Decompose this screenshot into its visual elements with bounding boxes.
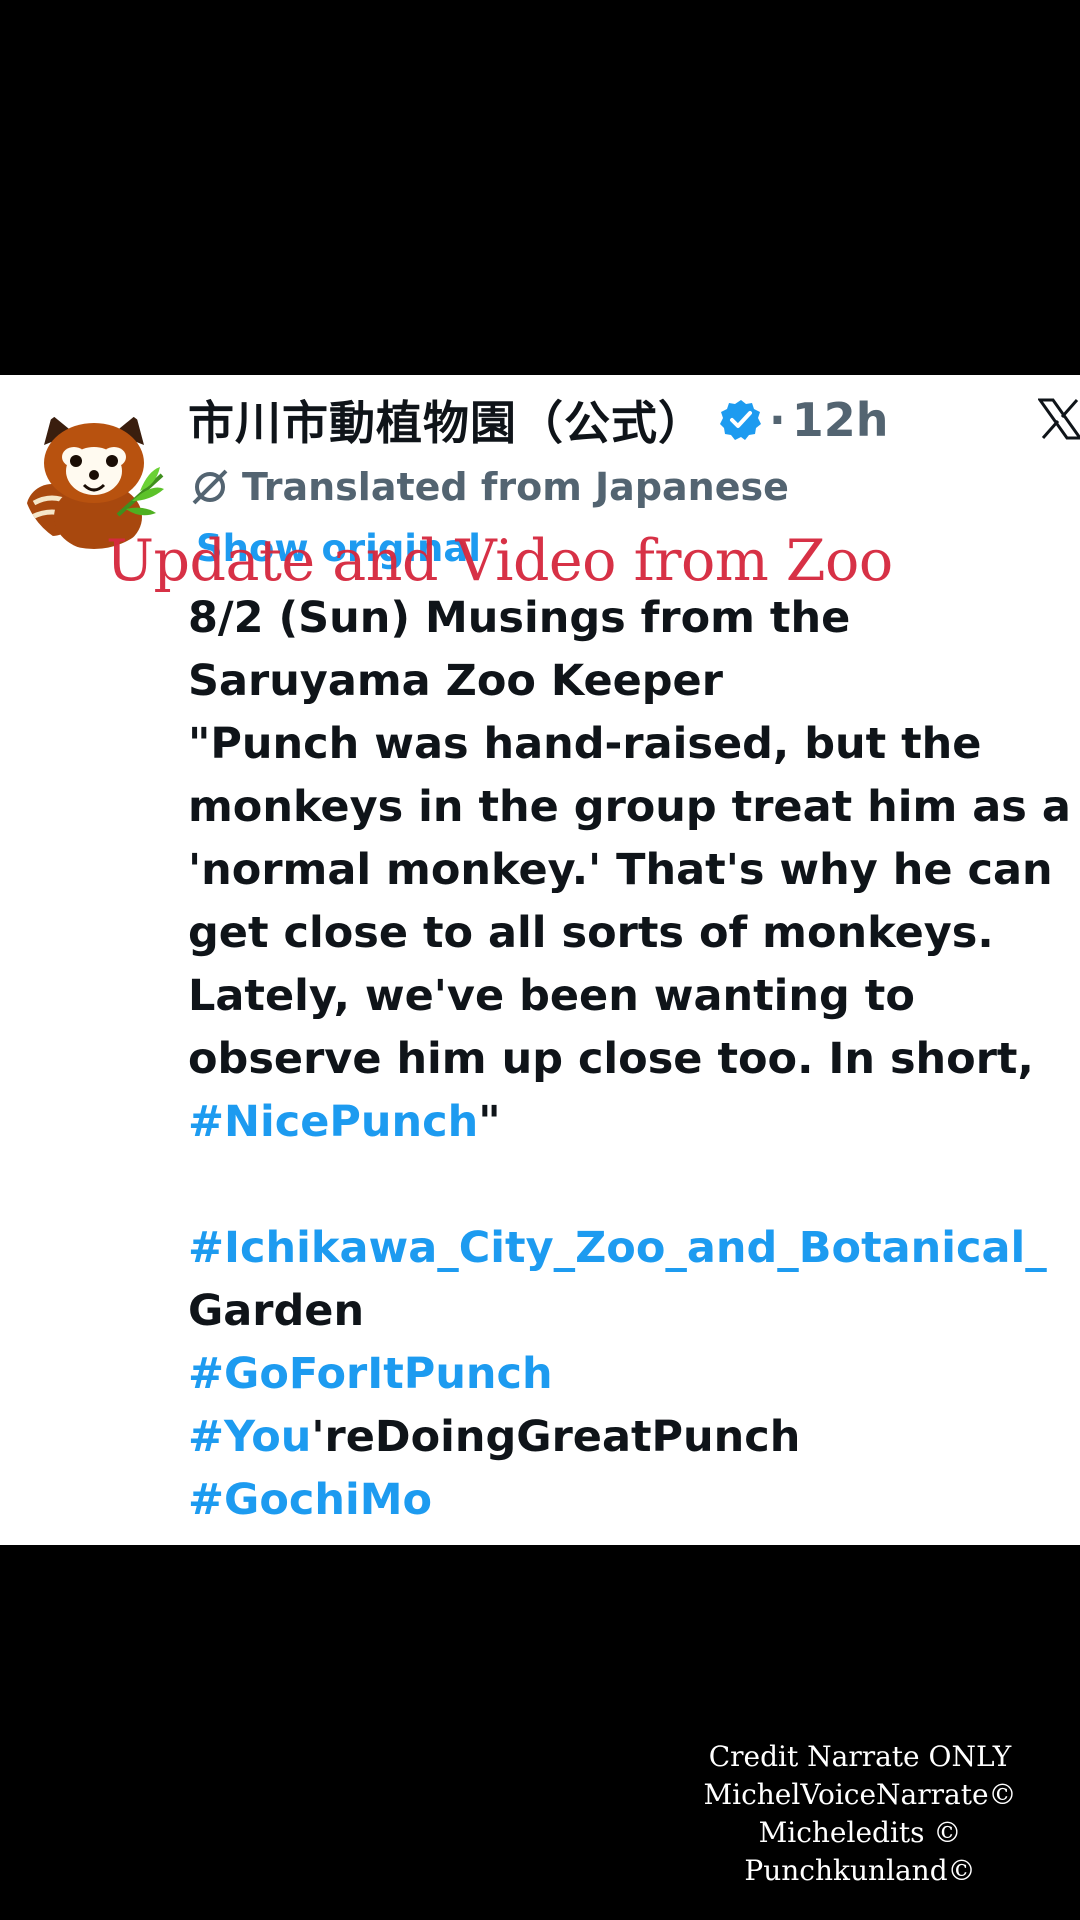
account-name[interactable]: 市川市動植物園（公式）: [188, 387, 705, 453]
tweet-line: #Ichikawa_City_Zoo_and_Botanical_: [188, 1217, 1068, 1280]
hashtag-link[interactable]: #GochiMo: [188, 1475, 432, 1525]
tweet-line: #GoForItPunch: [188, 1343, 1068, 1406]
credit-line: MichelVoiceNarrate©: [703, 1778, 1017, 1811]
x-logo-icon: [1038, 398, 1080, 440]
tweet-line: get close to all sorts of monkeys.: [188, 902, 1068, 965]
tweet-line: #GochiMo: [188, 1469, 1068, 1532]
tweet-line: 'normal monkey.' That's why he can: [188, 839, 1068, 902]
tweet-line: observe him up close too. In short,: [188, 1028, 1068, 1091]
hashtag-link[interactable]: #You: [188, 1412, 311, 1462]
tweet-line: Garden: [188, 1280, 1068, 1343]
tweet-text: 8/2 (Sun) Musings from the Saruyama Zoo K…: [188, 587, 1071, 1532]
tweet-line: Lately, we've been wanting to: [188, 965, 1068, 1028]
tweet-header: 市川市動植物園（公式） · 12h: [188, 389, 888, 451]
tweet-text-segment: ": [478, 1097, 501, 1147]
translation-notice: Translated from Japanese: [190, 465, 789, 509]
translate-icon: [192, 469, 228, 505]
tweet-line: monkeys in the group treat him as a: [188, 776, 1071, 839]
hashtag-link[interactable]: #NicePunch: [188, 1097, 478, 1147]
tweet-text-segment: 8/2 (Sun) Musings from the: [188, 593, 851, 643]
hashtag-link[interactable]: #GoForItPunch: [188, 1349, 553, 1399]
credit-line: Punchkunland©: [744, 1854, 976, 1887]
credits-watermark: Credit Narrate ONLY MichelVoiceNarrate© …: [690, 1738, 1030, 1890]
translation-notice-text: Translated from Japanese: [242, 465, 789, 509]
tweet-line: "Punch was hand-raised, but the: [188, 713, 1068, 776]
video-letterbox-top: [0, 0, 1080, 375]
tweet-text-segment: observe him up close too. In short,: [188, 1034, 1034, 1084]
video-overlay-title: Update and Video from Zoo: [106, 528, 893, 594]
header-separator: ·: [769, 394, 786, 446]
tweet-text-segment: Saruyama Zoo Keeper: [188, 656, 723, 706]
tweet-line: 8/2 (Sun) Musings from the: [188, 587, 1068, 650]
tweet-line: Saruyama Zoo Keeper: [188, 650, 1068, 713]
tweet-text-segment: "Punch was hand-raised, but the: [188, 719, 982, 769]
tweet-card: 市川市動植物園（公式） · 12h Translated from Japane…: [0, 375, 1080, 1545]
tweet-line: #You'reDoingGreatPunch: [188, 1406, 1068, 1469]
credit-line: Credit Narrate ONLY: [708, 1740, 1012, 1773]
tweet-text-segment: Lately, we've been wanting to: [188, 971, 915, 1021]
verified-badge-icon: [720, 400, 761, 440]
tweet-line: #NicePunch": [188, 1091, 1068, 1154]
tweet-text-segment: Garden: [188, 1286, 365, 1336]
credit-line: Micheledits ©: [758, 1816, 962, 1849]
tweet-timestamp[interactable]: 12h: [792, 393, 889, 447]
tweet-text-segment: get close to all sorts of monkeys.: [188, 908, 994, 958]
tweet-text-segment: monkeys in the group treat him as a: [188, 782, 1071, 832]
tweet-text-segment: 'normal monkey.' That's why he can: [188, 845, 1053, 895]
tweet-text-segment: 'reDoingGreatPunch: [311, 1412, 801, 1462]
hashtag-link[interactable]: #Ichikawa_City_Zoo_and_Botanical_: [188, 1223, 1047, 1273]
